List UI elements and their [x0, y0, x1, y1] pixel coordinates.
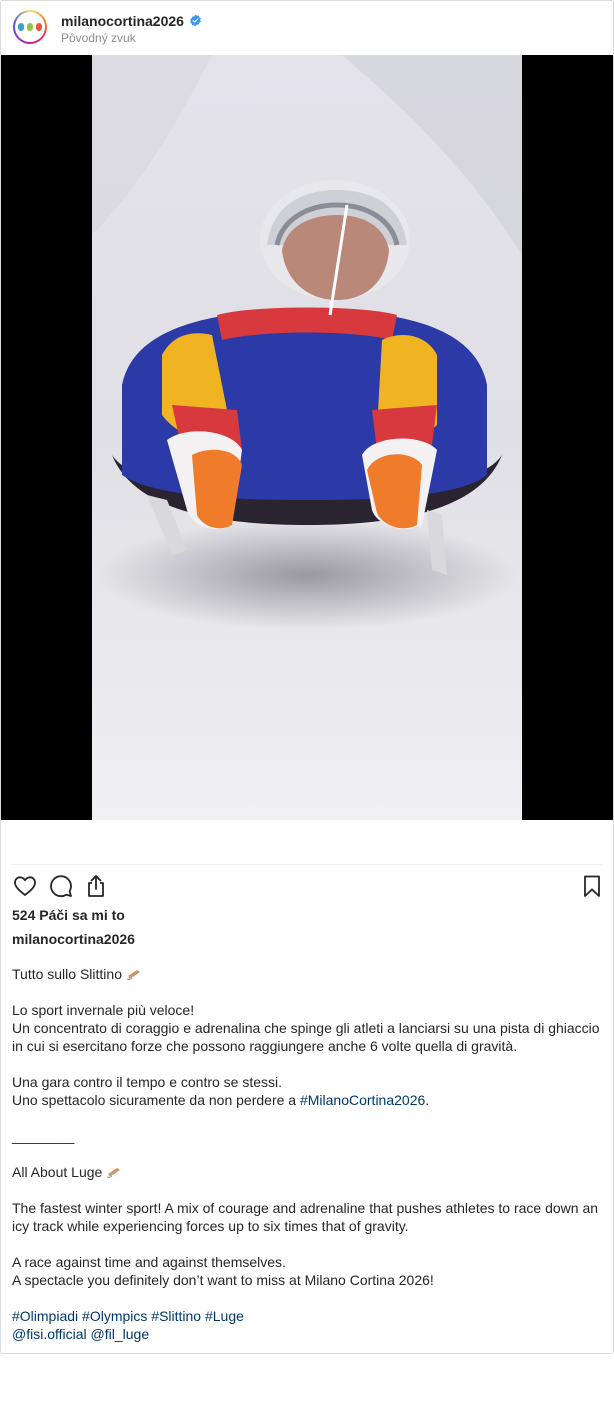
post-username[interactable]: milanocortina2026: [61, 13, 202, 29]
caption-it-line: Lo sport invernale più veloce!: [12, 1002, 195, 1018]
comment-button[interactable]: [47, 872, 75, 900]
mention-list: @fisi.official @fil_luge: [12, 1325, 604, 1343]
mention-link[interactable]: @fil_luge: [91, 1326, 150, 1342]
logo-icon: [15, 12, 45, 42]
comment-icon: [50, 875, 72, 898]
hashtag-link[interactable]: #Olympics: [82, 1308, 147, 1324]
caption-it-line: Un concentrato di coraggio e adrenalina …: [12, 1020, 600, 1054]
verified-badge-icon: [190, 14, 201, 27]
post-header: milanocortina2026 Pôvodný zvuk: [1, 1, 613, 55]
audio-label[interactable]: Pôvodný zvuk: [61, 31, 136, 45]
share-button[interactable]: [82, 872, 110, 900]
hashtag-link[interactable]: #Olimpiadi: [12, 1308, 78, 1324]
like-count[interactable]: 524 Páči sa mi to: [12, 907, 125, 923]
hashtag-list: #Olimpiadi #Olympics #Slittino #Luge: [12, 1307, 604, 1325]
caption-en-line: The fastest winter sport! A mix of coura…: [12, 1200, 599, 1234]
post-actions: [11, 872, 603, 900]
caption-it-title: Tutto sullo Slittino: [12, 965, 604, 983]
divider: [11, 864, 603, 865]
hashtag-link[interactable]: #Slittino: [151, 1308, 201, 1324]
share-icon: [88, 875, 104, 897]
caption-it-line: Una gara contro il tempo e contro se ste…: [12, 1074, 283, 1090]
caption-en-title: All About Luge: [12, 1163, 604, 1181]
mention-link[interactable]: @fisi.official: [12, 1326, 87, 1342]
hashtag-link[interactable]: #Luge: [205, 1308, 244, 1324]
caption-en-line: A race against time and against themselv…: [12, 1254, 286, 1270]
luge-athlete-photo: [92, 55, 522, 820]
like-button[interactable]: [11, 872, 39, 900]
hashtag-link[interactable]: #MilanoCortina2026: [300, 1092, 425, 1108]
avatar[interactable]: [13, 10, 47, 44]
sled-emoji-icon: [106, 1168, 121, 1179]
save-button[interactable]: [578, 872, 606, 900]
post-card: milanocortina2026 Pôvodný zvuk 524 Páči …: [0, 0, 614, 1354]
sled-emoji-icon: [126, 970, 140, 981]
caption: Tutto sullo Slittino Lo sport invernale …: [12, 965, 604, 1343]
username-text[interactable]: milanocortina2026: [61, 13, 184, 29]
bookmark-icon: [584, 875, 600, 897]
caption-separator: ________: [12, 1128, 75, 1144]
caption-en-line: A spectacle you definitely don’t want to…: [12, 1272, 434, 1288]
caption-username[interactable]: milanocortina2026: [12, 931, 135, 947]
post-media[interactable]: [1, 55, 613, 820]
heart-icon: [14, 876, 36, 896]
caption-it-line: Uno spettacolo sicuramente da non perder…: [12, 1092, 430, 1108]
